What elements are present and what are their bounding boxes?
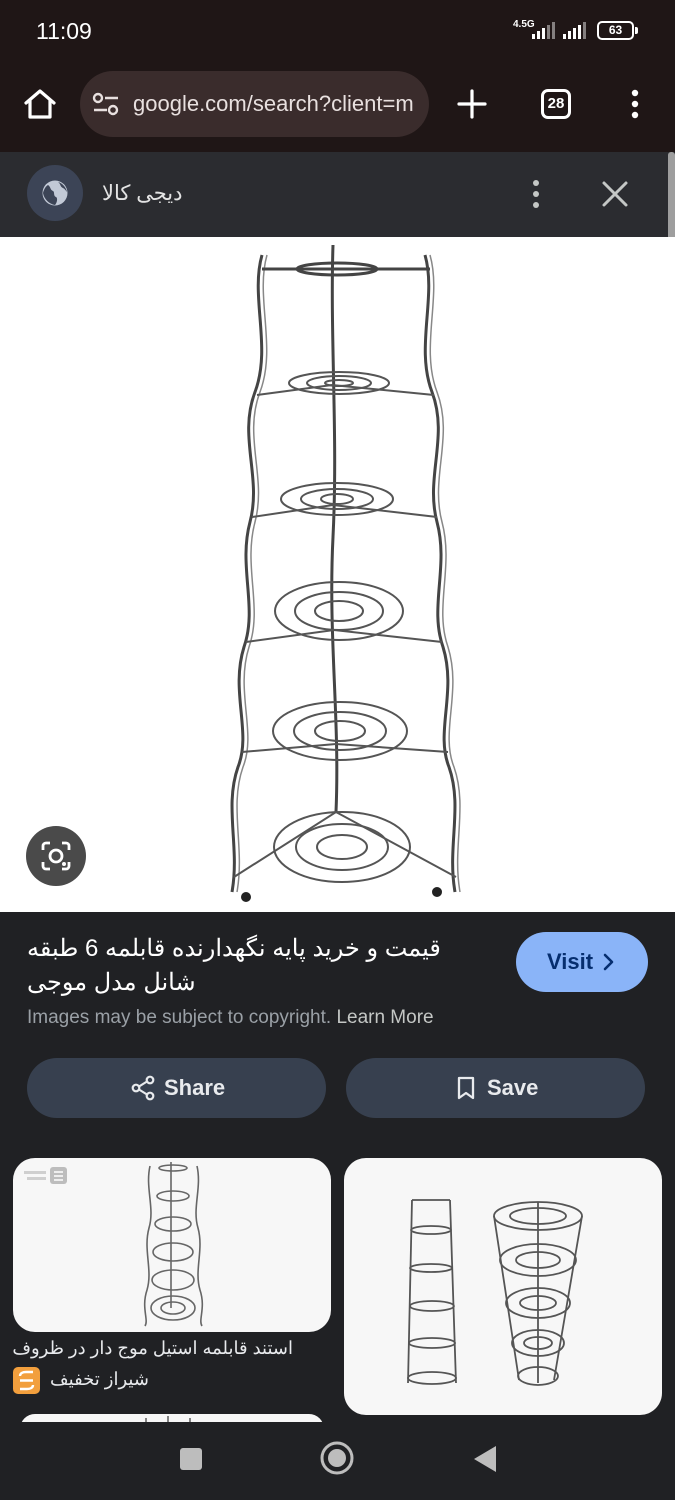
plus-icon[interactable] [457,89,487,119]
browser-toolbar: google.com/search?client=m 28 [0,64,675,152]
close-icon[interactable] [601,180,629,208]
visit-button[interactable]: Visit [516,932,648,992]
watermark-icon [24,1167,67,1184]
watermark-logo [22,1166,68,1186]
related-source[interactable]: شیراز تخفیف [50,1369,149,1390]
recents-icon[interactable] [178,1446,204,1472]
battery-level: 63 [608,23,623,37]
related-image-card-2[interactable] [344,1158,662,1415]
signal-icon [532,22,555,39]
site-favicon [27,165,83,221]
system-nav-bar [0,1422,675,1500]
copyright-text: Images may be subject to copyright. [27,1007,332,1028]
tab-count: 28 [547,95,565,112]
save-label: Save [487,1075,539,1100]
status-time: 11:09 [36,18,92,44]
source-logo-icon [18,1370,35,1391]
home-nav-icon[interactable] [319,1440,355,1476]
signal-icon-2 [563,22,586,39]
bookmark-icon [457,1076,475,1100]
status-bar: 11:09 4.5G 63 [0,0,675,64]
save-button[interactable]: Save [346,1058,645,1118]
sheet-header: دیجی کالا [0,152,670,237]
source-favicon [13,1367,40,1394]
site-name: دیجی کالا [102,182,183,205]
tab-switcher-button[interactable]: 28 [541,89,571,119]
share-label: Share [164,1075,226,1100]
result-title[interactable]: قیمت و خرید پایه نگهدارنده قابلمه 6 طبقه… [27,932,487,1000]
share-button[interactable]: Share [27,1058,326,1118]
pot-rack-image [230,244,461,902]
related-image-thumbnail-2 [407,1199,583,1386]
related-caption[interactable]: استند قابلمه استیل موج دار در ظروف [12,1338,331,1359]
back-icon[interactable] [471,1444,499,1474]
google-lens-icon [41,841,71,871]
address-bar[interactable]: google.com/search?client=m [80,71,429,137]
home-icon[interactable] [22,86,58,122]
share-icon [131,1075,155,1101]
more-vert-icon[interactable] [625,88,645,120]
visit-label: Visit [547,949,594,974]
product-image[interactable] [0,237,675,912]
tune-icon[interactable] [92,91,120,117]
globe-icon [42,180,68,206]
sheet-more-icon[interactable] [526,178,546,210]
url-text: google.com/search?client=m [133,91,414,116]
chevron-right-icon [603,953,614,971]
copyright-notice: Images may be subject to copyright. Lear… [27,1007,434,1029]
learn-more-link[interactable]: Learn More [336,1007,433,1028]
battery-icon: 63 [597,21,634,40]
battery-tip [635,27,638,34]
google-lens-button[interactable] [26,826,86,886]
